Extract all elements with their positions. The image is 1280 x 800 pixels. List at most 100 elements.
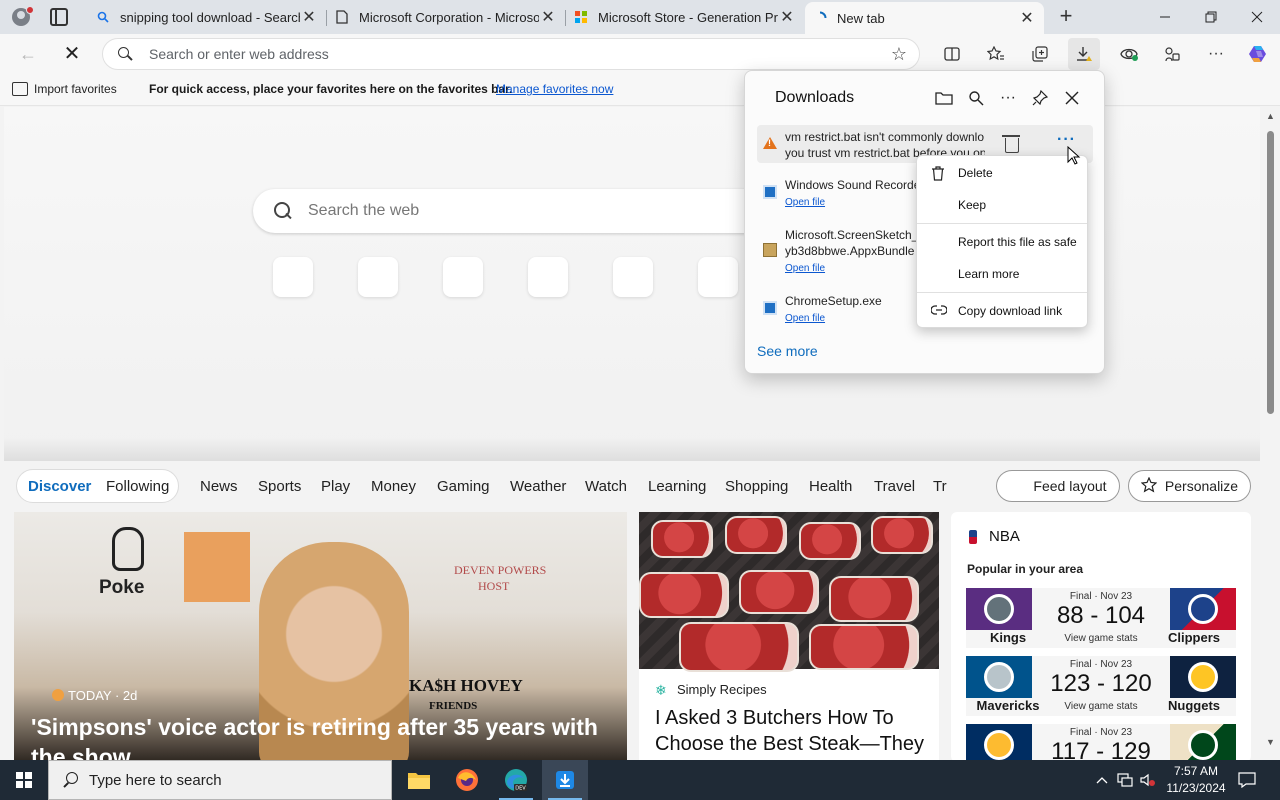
category-truncated[interactable]: Tr — [933, 478, 947, 495]
tab-following[interactable]: Following — [106, 478, 169, 495]
settings-and-more-icon[interactable]: ··· — [1204, 42, 1228, 66]
manage-favorites-link[interactable]: Manage favorites now — [496, 82, 613, 96]
close-window-icon[interactable] — [1234, 0, 1280, 34]
stop-loading-icon[interactable]: ✕ — [60, 42, 84, 66]
firefox-icon[interactable] — [444, 760, 490, 800]
back-arrow-icon[interactable]: ← — [16, 42, 40, 66]
scrollbar-thumb[interactable] — [1267, 131, 1274, 414]
collections-icon[interactable] — [1028, 42, 1052, 66]
web-search-box[interactable]: Search the web — [253, 189, 773, 233]
story-headline[interactable]: 'Simpsons' voice actor is retiring after… — [31, 712, 621, 762]
menu-item-copy-link[interactable]: Copy download link — [917, 296, 1087, 326]
address-bar[interactable]: Search or enter web address ☆ — [102, 38, 920, 70]
tab-search[interactable]: snipping tool download - Search ✕ — [88, 2, 327, 32]
close-tab-icon[interactable]: ✕ — [539, 7, 557, 27]
open-downloads-folder-icon[interactable] — [933, 87, 955, 109]
menu-item-report-safe[interactable]: Report this file as safe — [917, 227, 1087, 257]
minimize-icon[interactable] — [1142, 0, 1188, 34]
menu-item-learn-more[interactable]: Learn more — [917, 259, 1087, 289]
quick-link-tile[interactable] — [528, 257, 568, 297]
story-headline[interactable]: I Asked 3 Butchers How To Choose the Bes… — [655, 705, 935, 757]
close-panel-icon[interactable] — [1061, 87, 1083, 109]
game-status: Final · Nov 23 — [1069, 659, 1133, 670]
category-money[interactable]: Money — [371, 478, 416, 495]
close-tab-icon[interactable]: ✕ — [1018, 8, 1036, 28]
quick-link-tile[interactable] — [443, 257, 483, 297]
notifications-icon[interactable] — [1238, 760, 1256, 800]
page-scrollbar[interactable]: ▲ ▼ — [1262, 107, 1280, 760]
delete-trash-icon[interactable] — [1002, 135, 1020, 153]
close-tab-icon[interactable]: ✕ — [300, 7, 318, 27]
see-more-link[interactable]: See more — [757, 343, 818, 359]
tab-title: Microsoft Corporation - Microsof — [359, 9, 539, 25]
category-sports[interactable]: Sports — [258, 478, 301, 495]
show-hidden-icons-chevron-icon[interactable] — [1096, 760, 1108, 800]
downloads-icon[interactable] — [1068, 38, 1100, 70]
network-icon[interactable] — [1117, 760, 1133, 800]
category-play[interactable]: Play — [321, 478, 350, 495]
browser-essentials-icon[interactable] — [1117, 42, 1141, 66]
start-button[interactable] — [0, 760, 48, 800]
new-tab-plus-icon[interactable]: + — [1056, 5, 1076, 27]
quick-link-tile[interactable] — [613, 257, 653, 297]
extensions-icon[interactable] — [1160, 42, 1184, 66]
download-app-icon[interactable] — [542, 760, 588, 800]
import-icon — [12, 82, 28, 96]
news-card-steak[interactable]: ❄ Simply Recipes I Asked 3 Butchers How … — [639, 512, 939, 762]
add-favorite-star-icon[interactable]: ☆ — [891, 44, 907, 65]
download-name: Microsoft.ScreenSketch_2 — [785, 228, 917, 242]
navigation-bar: ← ✕ Search or enter web address ☆ ··· — [0, 34, 1280, 74]
tab-title: New tab — [837, 10, 885, 26]
copilot-icon[interactable] — [1246, 42, 1270, 66]
more-options-icon[interactable]: ··· — [997, 87, 1019, 109]
volume-muted-icon[interactable] — [1140, 760, 1156, 800]
feed-tab-switch: Discover Following — [16, 469, 179, 503]
menu-item-keep[interactable]: Keep — [917, 190, 1087, 220]
tab-title: snipping tool download - Search — [120, 9, 300, 25]
category-health[interactable]: Health — [809, 478, 852, 495]
game-score-row[interactable]: Final · Nov 23 117 - 129 — [966, 724, 1236, 762]
tab-microsoft-corporation[interactable]: Microsoft Corporation - Microsof ✕ — [327, 2, 566, 32]
personalize-button[interactable]: Personalize — [1128, 470, 1251, 502]
tab-actions-icon[interactable] — [50, 8, 68, 26]
downloads-title: Downloads — [775, 89, 855, 106]
category-learning[interactable]: Learning — [648, 478, 706, 495]
feed-layout-button[interactable]: Feed layout — [996, 470, 1120, 502]
menu-item-delete[interactable]: Delete — [917, 158, 1087, 188]
category-travel[interactable]: Travel — [874, 478, 915, 495]
exe-file-icon — [763, 301, 777, 315]
category-shopping[interactable]: Shopping — [725, 478, 788, 495]
taskbar-clock[interactable]: 7:57 AM 11/23/2024 — [1158, 763, 1234, 797]
import-favorites-button[interactable]: Import favorites — [12, 82, 117, 96]
close-tab-icon[interactable]: ✕ — [778, 7, 796, 27]
quick-link-tile[interactable] — [698, 257, 738, 297]
scroll-down-arrow-icon[interactable]: ▼ — [1266, 737, 1275, 747]
tab-discover[interactable]: Discover — [28, 478, 91, 495]
split-screen-icon[interactable] — [940, 42, 964, 66]
notification-dot — [26, 6, 34, 14]
scroll-up-arrow-icon[interactable]: ▲ — [1266, 111, 1275, 121]
category-news[interactable]: News — [200, 478, 238, 495]
nba-header[interactable]: NBA — [969, 528, 1020, 545]
pin-icon[interactable] — [1029, 87, 1051, 109]
quick-link-tile[interactable] — [358, 257, 398, 297]
open-file-link[interactable]: Open file — [785, 313, 825, 324]
file-explorer-icon[interactable] — [396, 760, 442, 800]
category-gaming[interactable]: Gaming — [437, 478, 490, 495]
category-watch[interactable]: Watch — [585, 478, 627, 495]
restore-icon[interactable] — [1188, 0, 1234, 34]
search-downloads-icon[interactable] — [965, 87, 987, 109]
tab-microsoft-store[interactable]: Microsoft Store - Generation Proj ✕ — [566, 2, 804, 32]
backdrop-sign-text: DEVEN POWERS HOST — [454, 563, 547, 593]
loading-spinner-icon — [813, 11, 827, 25]
favorites-icon[interactable] — [984, 42, 1008, 66]
edge-dev-icon[interactable]: DEV — [493, 760, 539, 800]
category-weather[interactable]: Weather — [510, 478, 566, 495]
open-file-link[interactable]: Open file — [785, 263, 825, 274]
taskbar-search-box[interactable]: Type here to search — [48, 760, 392, 800]
news-card-simpsons[interactable]: Poke DEVEN POWERS HOST KA$H HOVEY FRIEND… — [14, 512, 627, 762]
profile-button[interactable] — [8, 6, 34, 28]
open-file-link[interactable]: Open file — [785, 197, 825, 208]
quick-link-tile[interactable] — [273, 257, 313, 297]
tab-new-tab[interactable]: New tab ✕ — [805, 2, 1044, 34]
